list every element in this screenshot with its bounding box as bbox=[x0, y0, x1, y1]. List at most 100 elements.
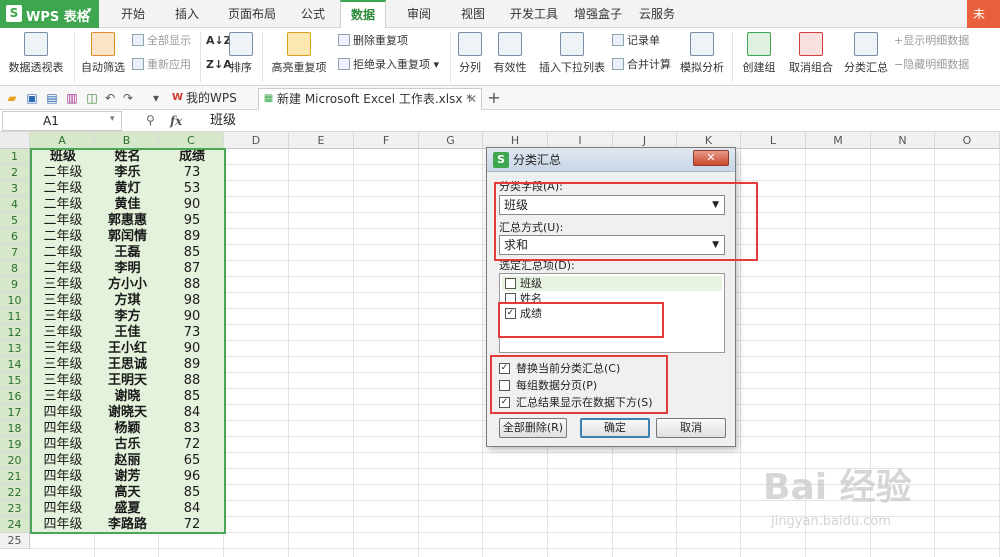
tab-developer[interactable]: 开发工具 bbox=[504, 0, 564, 28]
create-group-icon bbox=[747, 32, 771, 56]
row-header[interactable]: 3 bbox=[0, 181, 30, 197]
column-header[interactable]: G bbox=[419, 132, 483, 149]
show-all-button[interactable]: 全部显示 bbox=[132, 32, 191, 50]
row-header[interactable]: 6 bbox=[0, 229, 30, 245]
dialog-titlebar[interactable]: S 分类汇总 ✕ bbox=[487, 148, 735, 172]
split-column-button[interactable]: 分列 bbox=[454, 28, 486, 86]
row-header[interactable]: 5 bbox=[0, 213, 30, 229]
save-icon[interactable]: ▣ bbox=[24, 90, 40, 106]
row-header[interactable]: 10 bbox=[0, 293, 30, 309]
row-header[interactable]: 2 bbox=[0, 165, 30, 181]
create-group-button[interactable]: 创建组 bbox=[738, 28, 780, 86]
ungroup-button[interactable]: 取消组合 bbox=[782, 28, 840, 86]
row-header[interactable]: 18 bbox=[0, 421, 30, 437]
column-header[interactable]: B bbox=[95, 132, 159, 149]
print-preview-icon[interactable]: ◫ bbox=[84, 90, 100, 106]
reject-duplicates-button[interactable]: 拒绝录入重复项 ▾ bbox=[338, 56, 439, 74]
list-item[interactable]: 班级 bbox=[502, 276, 722, 291]
print-icon[interactable]: ▥ bbox=[64, 90, 80, 106]
cancel-button[interactable]: 取消 bbox=[656, 418, 726, 438]
row-header[interactable]: 15 bbox=[0, 373, 30, 389]
row-header[interactable]: 25 bbox=[0, 533, 30, 549]
row-header[interactable]: 23 bbox=[0, 501, 30, 517]
row-header[interactable]: 8 bbox=[0, 261, 30, 277]
column-header[interactable]: M bbox=[806, 132, 871, 149]
delete-duplicates-button[interactable]: 删除重复项 bbox=[338, 32, 408, 50]
redo-icon[interactable]: ↷ bbox=[120, 90, 136, 106]
row-header[interactable]: 7 bbox=[0, 245, 30, 261]
export-pdf-icon[interactable]: ▤ bbox=[44, 90, 60, 106]
row-header[interactable]: 11 bbox=[0, 309, 30, 325]
checkbox[interactable] bbox=[505, 278, 516, 289]
highlight-duplicates-button[interactable]: 高亮重复项 bbox=[266, 28, 332, 86]
row-header[interactable]: 19 bbox=[0, 437, 30, 453]
row-header[interactable]: 4 bbox=[0, 197, 30, 213]
formula-input[interactable]: 班级 bbox=[210, 111, 910, 131]
sort-label: 排序 bbox=[230, 61, 252, 74]
column-header[interactable]: A bbox=[30, 132, 95, 149]
pivot-table-button[interactable]: 数据透视表 bbox=[4, 28, 68, 86]
wps-app-menu[interactable]: S WPS 表格 ▾ bbox=[0, 0, 99, 28]
ribbon: 数据透视表 自动筛选 全部显示 重新应用 A↓Z Z↓A 排序 高亮重复项 删除… bbox=[0, 28, 1000, 86]
tab-review[interactable]: 审阅 bbox=[398, 0, 440, 28]
column-header[interactable]: O bbox=[935, 132, 1000, 149]
autofilter-button[interactable]: 自动筛选 bbox=[78, 28, 128, 86]
login-button[interactable]: 未 bbox=[967, 0, 1000, 28]
chevron-down-icon[interactable]: ▾ bbox=[110, 114, 115, 124]
subtotal-button[interactable]: 分类汇总 bbox=[842, 28, 890, 86]
column-header[interactable]: F bbox=[354, 132, 419, 149]
tab-workbook[interactable]: ▦ 新建 Microsoft Excel 工作表.xlsx * ✕ bbox=[258, 88, 482, 110]
insert-dropdown-button[interactable]: 插入下拉列表 bbox=[538, 28, 606, 86]
row-header[interactable]: 13 bbox=[0, 341, 30, 357]
remove-all-button[interactable]: 全部删除(R) bbox=[499, 418, 567, 438]
row-header[interactable]: 17 bbox=[0, 405, 30, 421]
close-tab-icon[interactable]: ✕ bbox=[467, 89, 477, 109]
column-header[interactable]: N bbox=[871, 132, 935, 149]
tab-enhance-box[interactable]: 增强盒子 bbox=[568, 0, 628, 28]
grid-column-line bbox=[288, 149, 289, 557]
column-header[interactable]: L bbox=[741, 132, 806, 149]
tab-cloud[interactable]: 云服务 bbox=[632, 0, 682, 28]
tab-data[interactable]: 数据 bbox=[340, 0, 386, 28]
new-tab-icon[interactable]: + bbox=[486, 90, 502, 106]
what-if-analysis-button[interactable]: 模拟分析 bbox=[678, 28, 726, 86]
row-header[interactable]: 12 bbox=[0, 325, 30, 341]
row-header[interactable]: 9 bbox=[0, 277, 30, 293]
tab-my-wps[interactable]: W 我的WPS bbox=[168, 88, 254, 110]
row-header[interactable]: 24 bbox=[0, 517, 30, 533]
column-header[interactable]: C bbox=[159, 132, 224, 149]
tab-view[interactable]: 视图 bbox=[452, 0, 494, 28]
ok-button[interactable]: 确定 bbox=[580, 418, 650, 438]
quick-access-toolbar: ▰ ▣ ▤ ▥ ◫ ↶ ↷ ▾ W 我的WPS ▦ 新建 Microsoft E… bbox=[0, 86, 1000, 110]
hide-detail-button[interactable]: −隐藏明细数据 bbox=[894, 56, 969, 74]
row-header[interactable]: 22 bbox=[0, 485, 30, 501]
sort-button[interactable]: 排序 bbox=[226, 28, 256, 86]
tab-page-layout[interactable]: 页面布局 bbox=[220, 0, 284, 28]
zoom-search-icon[interactable]: ⚲ bbox=[146, 113, 160, 127]
reapply-button[interactable]: 重新应用 bbox=[132, 56, 191, 74]
insert-function-button[interactable]: fx bbox=[170, 111, 190, 131]
consolidate-button[interactable]: 合并计算 bbox=[612, 56, 671, 74]
open-folder-icon[interactable]: ▰ bbox=[4, 90, 20, 106]
row-header[interactable]: 1 bbox=[0, 149, 30, 165]
column-header[interactable]: D bbox=[224, 132, 289, 149]
tab-formula[interactable]: 公式 bbox=[292, 0, 334, 28]
row-header[interactable]: 14 bbox=[0, 357, 30, 373]
record-form-button[interactable]: 记录单 bbox=[612, 32, 660, 50]
close-button[interactable]: ✕ bbox=[693, 150, 729, 166]
show-detail-button[interactable]: +显示明细数据 bbox=[894, 32, 969, 50]
name-box[interactable]: A1 bbox=[2, 111, 122, 131]
undo-icon[interactable]: ↶ bbox=[102, 90, 118, 106]
row-header[interactable]: 16 bbox=[0, 389, 30, 405]
select-all-corner[interactable] bbox=[0, 132, 30, 149]
tab-home[interactable]: 开始 bbox=[112, 0, 154, 28]
reapply-icon bbox=[132, 58, 144, 70]
row-header[interactable]: 21 bbox=[0, 469, 30, 485]
tab-insert[interactable]: 插入 bbox=[166, 0, 208, 28]
row-header[interactable]: 20 bbox=[0, 453, 30, 469]
chevron-down-icon[interactable]: ▾ bbox=[148, 90, 164, 106]
column-header[interactable]: E bbox=[289, 132, 354, 149]
ribbon-divider bbox=[450, 32, 451, 82]
validity-button[interactable]: 有效性 bbox=[488, 28, 532, 86]
split-column-label: 分列 bbox=[459, 61, 481, 74]
